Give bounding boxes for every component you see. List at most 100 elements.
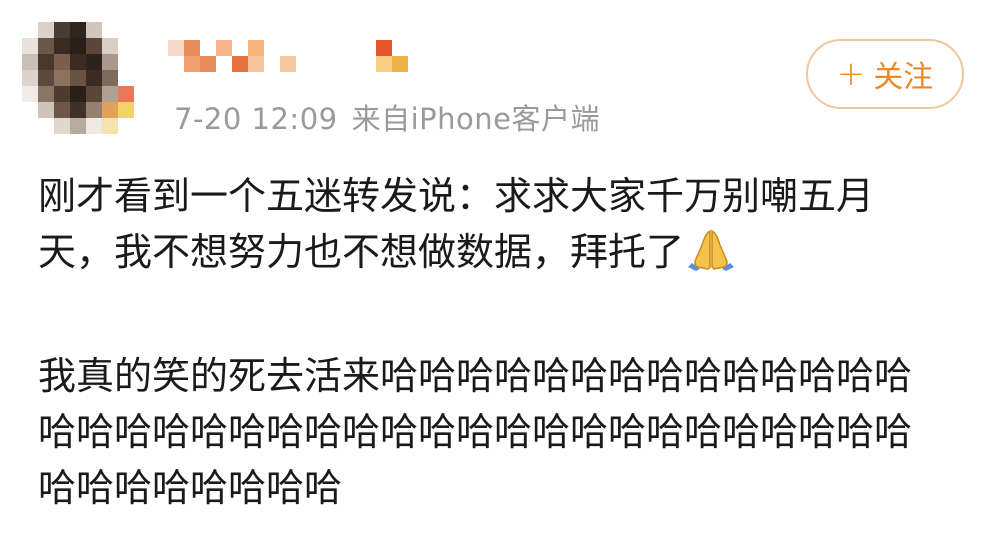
avatar-pixel — [102, 118, 118, 134]
username-pixel — [376, 56, 392, 72]
avatar-pixel — [86, 118, 102, 134]
username-pixel — [200, 56, 216, 72]
avatar-pixel — [70, 86, 86, 102]
avatar-pixel — [22, 70, 38, 86]
username-pixel — [248, 56, 264, 72]
avatar-pixel — [22, 86, 38, 102]
post-text-line: 刚才看到一个五迷转发说：求求大家千万别嘲五月 — [38, 174, 875, 218]
username-pixel — [184, 40, 200, 56]
username-pixel — [344, 56, 360, 72]
avatar-pixel — [102, 38, 118, 54]
avatar-pixel — [70, 70, 86, 86]
avatar-pixel — [22, 118, 38, 134]
username-pixel — [168, 72, 184, 88]
avatar-pixel — [38, 38, 54, 54]
username-pixel — [216, 40, 232, 56]
avatar-pixel — [134, 102, 150, 118]
username-pixel — [264, 72, 280, 88]
follow-label: 关注 — [873, 60, 934, 95]
post-text-line: 天，我不想努力也不想做数据，拜托了 — [38, 224, 968, 280]
username[interactable] — [168, 40, 428, 88]
username-pixel — [360, 56, 376, 72]
username-pixel — [200, 40, 216, 56]
username-pixel — [376, 72, 392, 88]
username-pixel — [280, 72, 296, 88]
avatar-pixel — [86, 54, 102, 70]
username-pixel — [328, 56, 344, 72]
username-pixel — [168, 56, 184, 72]
avatar-pixel — [38, 86, 54, 102]
username-pixel — [280, 56, 296, 72]
avatar-pixel — [38, 70, 54, 86]
username-pixel — [392, 40, 408, 56]
avatar-pixel — [134, 118, 150, 134]
post-text-line: 哈哈哈哈哈哈哈哈哈哈哈哈哈哈哈哈哈哈哈哈哈哈哈 — [38, 410, 913, 454]
avatar-pixel — [86, 70, 102, 86]
avatar-pixel — [134, 54, 150, 70]
avatar-pixel — [102, 102, 118, 118]
username-pixel — [360, 72, 376, 88]
avatar-pixel — [118, 22, 134, 38]
username-pixel — [248, 40, 264, 56]
avatar-pixel — [70, 54, 86, 70]
avatar-pixel — [54, 38, 70, 54]
username-pixel — [248, 72, 264, 88]
avatar-pixel — [22, 54, 38, 70]
username-pixel — [168, 40, 184, 56]
username-pixel — [232, 40, 248, 56]
avatar-pixel — [118, 70, 134, 86]
follow-button[interactable]: + 关注 — [806, 39, 964, 109]
avatar-pixel — [134, 38, 150, 54]
avatar-pixel — [134, 70, 150, 86]
avatar-pixel — [54, 22, 70, 38]
weibo-post: 7-20 12:09 来自iPhone客户端 + 关注 刚才看到一个五迷转发说：求… — [0, 0, 1000, 552]
username-pixel — [392, 72, 408, 88]
avatar-pixel — [118, 86, 134, 102]
avatar-pixel — [86, 86, 102, 102]
username-pixel — [344, 40, 360, 56]
avatar-pixel — [22, 38, 38, 54]
avatar-pixel — [102, 70, 118, 86]
username-pixel — [216, 56, 232, 72]
username-pixel — [328, 40, 344, 56]
avatar-pixel — [54, 118, 70, 134]
username-pixel — [200, 72, 216, 88]
username-pixel — [216, 72, 232, 88]
avatar-pixel — [118, 38, 134, 54]
avatar-pixel — [118, 54, 134, 70]
avatar-pixel — [102, 54, 118, 70]
username-pixel — [264, 56, 280, 72]
avatar-pixel — [38, 118, 54, 134]
username-pixel — [184, 72, 200, 88]
avatar-pixel — [118, 118, 134, 134]
folded-hands-icon — [688, 229, 735, 271]
username-pixel — [184, 56, 200, 72]
username-pixel — [360, 40, 376, 56]
avatar-pixel — [54, 54, 70, 70]
avatar-pixel — [86, 102, 102, 118]
avatar-pixel — [22, 102, 38, 118]
avatar-pixel — [102, 86, 118, 102]
username-pixel — [328, 72, 344, 88]
avatar-pixel — [70, 118, 86, 134]
avatar-pixel — [38, 22, 54, 38]
avatar-pixel — [54, 102, 70, 118]
username-pixel — [232, 56, 248, 72]
username-pixel — [312, 56, 328, 72]
avatar-pixel — [38, 54, 54, 70]
avatar[interactable] — [22, 22, 150, 134]
username-pixel — [296, 72, 312, 88]
username-pixel — [296, 56, 312, 72]
post-text-line: 我真的笑的死去活来哈哈哈哈哈哈哈哈哈哈哈哈哈哈 — [38, 354, 913, 398]
post-content: 刚才看到一个五迷转发说：求求大家千万别嘲五月 天，我不想努力也不想做数据，拜托了… — [38, 168, 968, 516]
plus-icon: + — [836, 54, 866, 94]
username-pixel — [296, 40, 312, 56]
avatar-pixel — [118, 102, 134, 118]
avatar-pixel — [86, 22, 102, 38]
username-pixel — [264, 40, 280, 56]
post-text-line: 哈哈哈哈哈哈哈哈 — [38, 466, 343, 510]
avatar-pixel — [38, 102, 54, 118]
username-pixel — [280, 40, 296, 56]
post-time: 7-20 12:09 — [174, 102, 338, 136]
